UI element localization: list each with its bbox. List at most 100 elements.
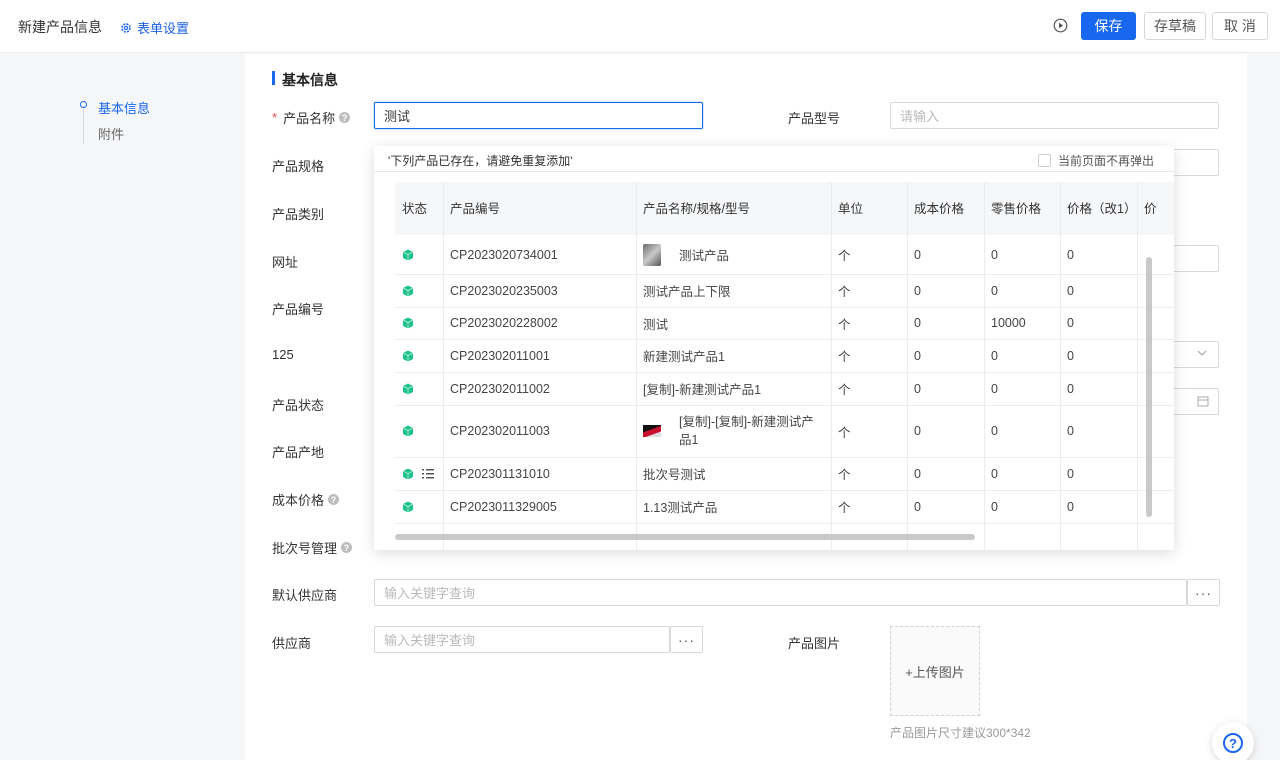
product-name-label: * 产品名称?: [272, 108, 351, 127]
product-spec-label: 产品规格: [272, 159, 325, 174]
upload-image-button[interactable]: +上传图片: [890, 626, 980, 716]
cost-price-cell: 0: [914, 466, 921, 481]
save-draft-button[interactable]: 存草稿: [1144, 12, 1206, 40]
status-icon: [402, 274, 440, 307]
help-icon[interactable]: ?: [341, 542, 353, 553]
column-header: 成本价格: [914, 201, 965, 216]
price1-cell: 0: [1067, 499, 1074, 514]
top-header: 新建产品信息 表单设置 保存 存草稿 取 消: [0, 0, 1280, 53]
url-label: 网址: [272, 255, 299, 270]
column-divider: [1060, 182, 1061, 550]
column-header: 产品编号: [450, 201, 501, 216]
product-name-text: 测试产品: [679, 249, 730, 263]
retail-price-cell: 0: [991, 381, 998, 396]
product-name-input[interactable]: 测试: [374, 102, 703, 129]
custom-field-label: 125: [272, 347, 294, 362]
retail-price-cell: 10000: [991, 316, 1026, 330]
product-code-cell: CP2023020228002: [450, 316, 558, 330]
unit-cell: 个: [838, 501, 851, 515]
cost-price-cell: 0: [914, 424, 921, 438]
cost-price-cell: 0: [914, 348, 921, 363]
retail-price-cell: 0: [991, 283, 998, 298]
product-code-cell: CP2023020235003: [450, 283, 558, 298]
retail-price-cell: 0: [991, 466, 998, 481]
help-icon[interactable]: ?: [328, 494, 340, 505]
status-icon: [402, 235, 440, 274]
price1-cell: 0: [1067, 316, 1074, 330]
help-float-button[interactable]: ?: [1212, 722, 1254, 760]
unit-cell: 个: [838, 285, 851, 299]
column-divider: [1137, 182, 1138, 550]
vertical-scrollbar[interactable]: [1146, 257, 1152, 517]
help-icon[interactable]: ?: [339, 112, 351, 123]
product-name-text: 批次号测试: [643, 468, 706, 482]
status-icon: [402, 307, 440, 339]
column-divider: [636, 182, 637, 550]
play-icon[interactable]: [1053, 18, 1068, 33]
checkbox-icon[interactable]: [1037, 154, 1051, 167]
nav-timeline: [83, 104, 84, 144]
duplicate-warning: '下列产品已存在，请避免重复添加': [388, 154, 573, 168]
product-name-cell: 批次号测试: [643, 457, 828, 490]
unit-cell: 个: [838, 425, 851, 440]
product-code-cell: CP2023020734001: [450, 247, 558, 262]
cost-price-cell: 0: [914, 499, 921, 514]
product-name-text: [复制]-新建测试产品1: [643, 383, 762, 397]
cost-price-label: 成本价格?: [272, 490, 340, 509]
column-header: 零售价格: [991, 201, 1042, 216]
batch-management-label: 批次号管理?: [272, 538, 353, 557]
nav-item-attachments[interactable]: 附件: [98, 124, 124, 143]
price1-cell: 0: [1067, 466, 1074, 481]
unit-cell: 个: [838, 350, 851, 364]
form-settings-label: 表单设置: [137, 21, 190, 36]
calendar-icon: [1197, 396, 1209, 407]
no-popup-checkbox[interactable]: 当前页面不再弹出: [1037, 152, 1154, 169]
product-thumbnail: [643, 425, 661, 437]
cost-price-label-text: 成本价格: [272, 493, 325, 508]
column-header: 状态: [402, 201, 428, 216]
product-name-cell: 测试: [643, 307, 828, 339]
cost-price-cell: 0: [914, 316, 921, 330]
duplicate-table: 状态 产品编号 产品名称/规格/型号 单位 成本价格 零售价格 价格（改1） 价 CP20230…: [374, 171, 1174, 550]
unit-cell: 个: [838, 249, 851, 263]
cost-price-cell: 0: [914, 381, 921, 396]
chevron-down-icon: [1197, 350, 1207, 356]
column-header: 产品名称/规格/型号: [643, 201, 750, 216]
product-image-label: 产品图片: [788, 636, 841, 651]
price1-cell: 0: [1067, 247, 1074, 262]
horizontal-scrollbar[interactable]: [395, 534, 975, 540]
product-thumbnail: [643, 243, 661, 266]
save-button[interactable]: 保存: [1081, 12, 1136, 40]
supplier-input[interactable]: 输入关键字查询: [374, 626, 670, 653]
product-origin-label: 产品产地: [272, 445, 325, 460]
product-name-cell: 测试产品上下限: [643, 274, 828, 307]
product-name-cell: 新建测试产品1: [643, 339, 828, 372]
column-header: 价: [1144, 201, 1157, 216]
product-category-label: 产品类别: [272, 207, 325, 222]
column-divider: [831, 182, 832, 550]
nav-item-basic-info[interactable]: 基本信息: [98, 98, 150, 117]
side-nav: [0, 54, 244, 760]
column-divider: [443, 182, 444, 550]
retail-price-cell: 0: [991, 247, 998, 262]
section-marker: [272, 71, 275, 85]
question-icon: ?: [1223, 733, 1243, 753]
unit-cell: 个: [838, 468, 851, 482]
cancel-button[interactable]: 取 消: [1212, 12, 1268, 40]
default-supplier-input[interactable]: 输入关键字查询: [374, 579, 1187, 606]
supplier-more-button[interactable]: ···: [670, 626, 703, 653]
default-supplier-more-button[interactable]: ···: [1187, 579, 1220, 606]
cost-price-cell: 0: [914, 247, 921, 262]
cost-price-cell: 0: [914, 283, 921, 298]
product-name-cell: [复制]-[复制]-新建测试产品1: [643, 405, 828, 457]
price1-cell: 0: [1067, 283, 1074, 298]
form-settings-link[interactable]: 表单设置: [120, 18, 189, 37]
row-divider: [395, 523, 1174, 524]
product-model-input[interactable]: 请输入: [890, 102, 1219, 129]
status-icon: [402, 405, 440, 457]
product-name-cell: 测试产品: [643, 235, 828, 274]
batch-management-label-text: 批次号管理: [272, 541, 338, 556]
status-icon: [402, 490, 440, 523]
nav-active-dot: [80, 101, 87, 108]
product-model-label: 产品型号: [788, 111, 841, 126]
